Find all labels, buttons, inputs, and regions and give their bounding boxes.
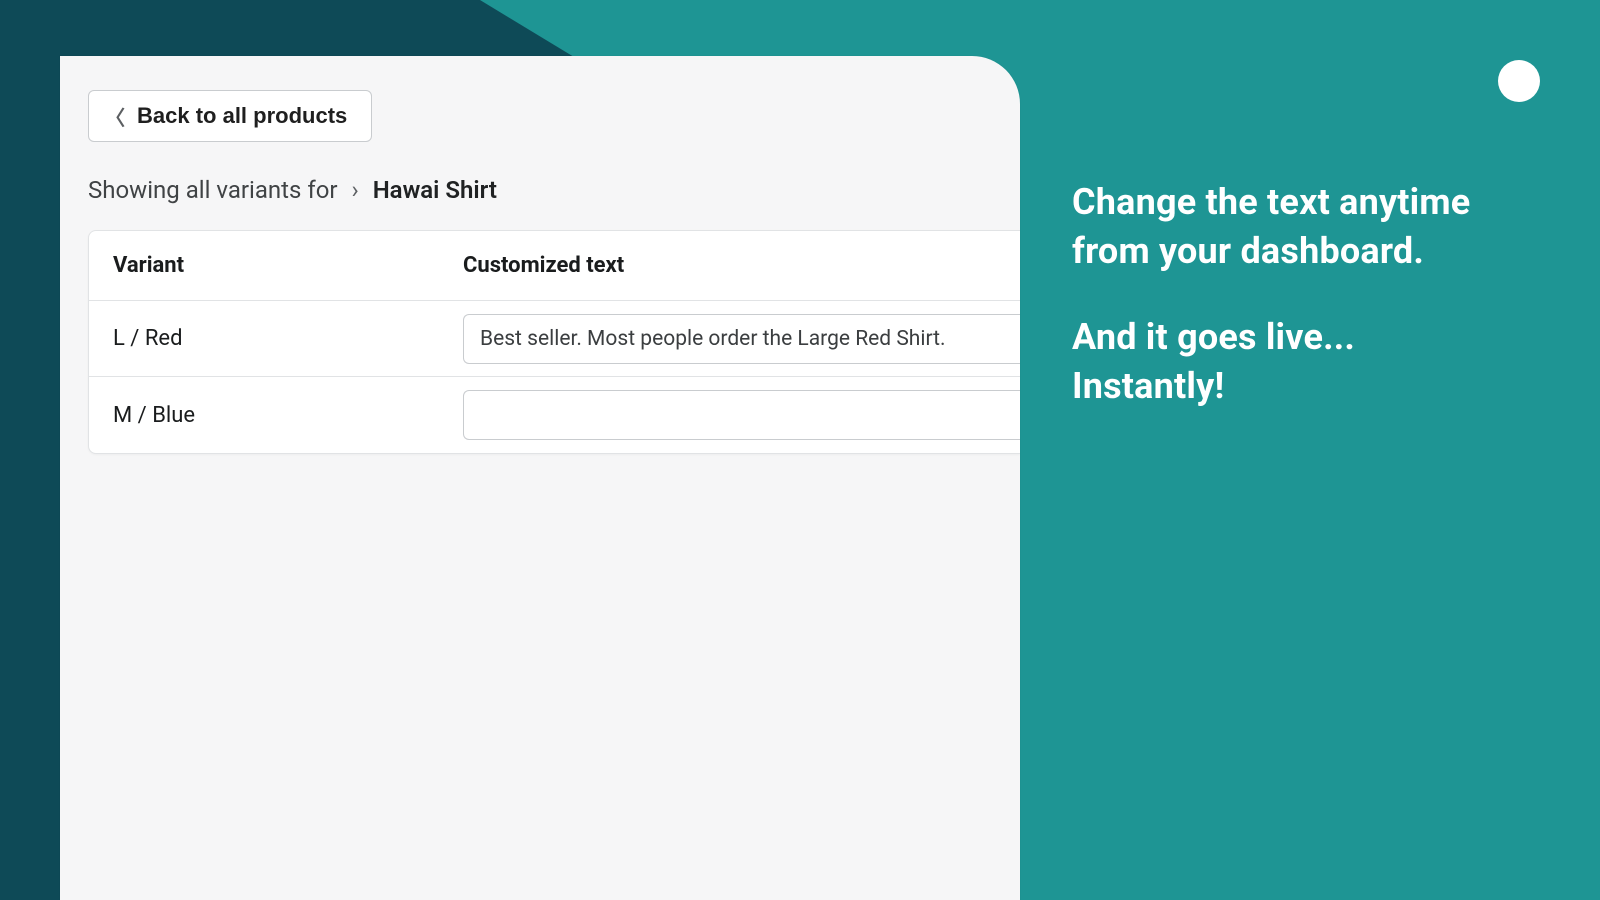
promo-line-2: And it goes live... Instantly! bbox=[1072, 313, 1512, 410]
table-header-row: Variant Customized text bbox=[89, 231, 1020, 301]
customized-text-input[interactable] bbox=[463, 314, 1020, 364]
back-to-products-button[interactable]: 〈 Back to all products bbox=[88, 90, 372, 142]
decorative-dot bbox=[1498, 60, 1540, 102]
variant-label: L / Red bbox=[89, 326, 459, 351]
customized-text-input[interactable] bbox=[463, 390, 1020, 440]
table-row: M / Blue bbox=[89, 377, 1020, 453]
table-row: L / Red bbox=[89, 301, 1020, 377]
breadcrumb-product: Hawai Shirt bbox=[373, 176, 497, 204]
breadcrumb-separator: › bbox=[352, 176, 359, 204]
variant-label: M / Blue bbox=[89, 403, 459, 428]
chevron-left-icon: 〈 bbox=[105, 102, 125, 131]
variants-table: Variant Customized text L / Red M / Blue bbox=[88, 230, 1020, 454]
dashboard-card: 〈 Back to all products Showing all varia… bbox=[60, 56, 1020, 900]
breadcrumb: Showing all variants for › Hawai Shirt bbox=[88, 176, 497, 204]
column-header-text: Customized text bbox=[459, 253, 1020, 278]
back-button-label: Back to all products bbox=[137, 103, 347, 129]
promo-text: Change the text anytime from your dashbo… bbox=[1072, 178, 1512, 410]
breadcrumb-prefix: Showing all variants for bbox=[88, 176, 338, 204]
promo-line-1: Change the text anytime from your dashbo… bbox=[1072, 178, 1512, 275]
column-header-variant: Variant bbox=[89, 253, 459, 278]
